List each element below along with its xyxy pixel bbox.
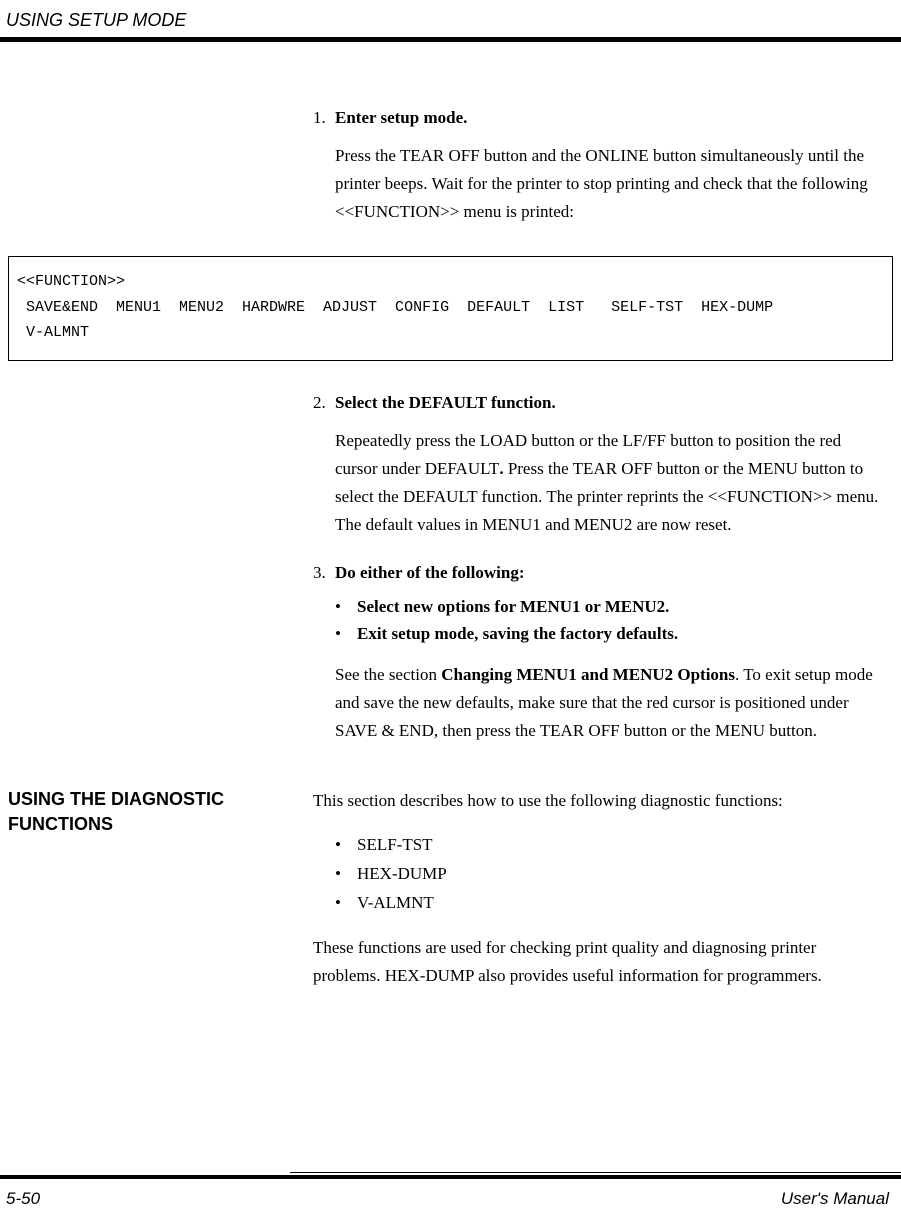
function-menu-box: <<FUNCTION>> SAVE&END MENU1 MENU2 HARDWR… — [8, 256, 893, 361]
diagnostic-heading-line1: USING THE DIAGNOSTIC — [8, 787, 295, 811]
page-number: 5-50 — [6, 1189, 40, 1209]
diagnostic-body-col: This section describes how to use the fo… — [313, 787, 885, 990]
step3-title: Do either of the following: — [335, 563, 525, 583]
diag-item-3-text: V-ALMNT — [357, 889, 434, 918]
step3-row: 3. Do either of the following: — [313, 563, 885, 583]
diag-item-1-text: SELF-TST — [357, 831, 433, 860]
footer-rules — [0, 1172, 901, 1179]
bullet-icon: • — [335, 593, 357, 620]
left-margin-1 — [8, 108, 313, 250]
step2-row: 2. Select the DEFAULT function. — [313, 393, 885, 413]
header-rule-thick — [0, 38, 901, 42]
step2-title: Select the DEFAULT function. — [335, 393, 556, 413]
bullet-icon: • — [335, 831, 357, 860]
diagnostic-outro: These functions are used for checking pr… — [313, 934, 885, 990]
step3-bullets: • Select new options for MENU1 or MENU2.… — [335, 593, 885, 647]
page: USING SETUP MODE 1. Enter setup mode. Pr… — [0, 0, 901, 1217]
fn-line2: SAVE&END MENU1 MENU2 HARDWRE ADJUST CONF… — [17, 299, 773, 316]
step3-after-a: See the section — [335, 665, 441, 684]
fn-line3: V-ALMNT — [17, 324, 89, 341]
diag-item-2-text: HEX-DUMP — [357, 860, 447, 889]
step3-bullet-2-text: Exit setup mode, saving the factory defa… — [357, 620, 678, 647]
step1-col: 1. Enter setup mode. Press the TEAR OFF … — [313, 108, 885, 250]
step3-after: See the section Changing MENU1 and MENU2… — [335, 661, 885, 745]
running-head: USING SETUP MODE — [0, 0, 901, 37]
footer-rule-thin — [290, 1172, 901, 1173]
diagnostic-section: USING THE DIAGNOSTIC FUNCTIONS This sect… — [0, 779, 901, 1010]
manual-label: User's Manual — [781, 1189, 889, 1209]
diagnostic-intro: This section describes how to use the fo… — [313, 787, 885, 815]
step3-bullet-1: • Select new options for MENU1 or MENU2. — [335, 593, 885, 620]
bullet-icon: • — [335, 860, 357, 889]
diag-item-3: • V-ALMNT — [335, 889, 885, 918]
diag-item-1: • SELF-TST — [335, 831, 885, 860]
diagnostic-list: • SELF-TST • HEX-DUMP • V-ALMNT — [335, 831, 885, 918]
bullet-icon: • — [335, 889, 357, 918]
step1-area: 1. Enter setup mode. Press the TEAR OFF … — [0, 44, 901, 250]
step2-number: 2. — [313, 393, 335, 413]
fn-line1: <<FUNCTION>> — [17, 273, 125, 290]
left-margin-2 — [8, 393, 313, 770]
step1-body: Press the TEAR OFF button and the ONLINE… — [335, 142, 885, 226]
diag-item-2: • HEX-DUMP — [335, 860, 885, 889]
footer-rule-thick — [0, 1175, 901, 1179]
step3-after-bold: Changing MENU1 and MENU2 Options — [441, 665, 735, 684]
step3-number: 3. — [313, 563, 335, 583]
step23-col: 2. Select the DEFAULT function. Repeated… — [313, 393, 885, 770]
step3-bullet-1-text: Select new options for MENU1 or MENU2. — [357, 593, 669, 620]
diagnostic-heading-col: USING THE DIAGNOSTIC FUNCTIONS — [8, 787, 313, 990]
step1-row: 1. Enter setup mode. — [313, 108, 885, 128]
step1-title: Enter setup mode. — [335, 108, 467, 128]
bullet-icon: • — [335, 620, 357, 647]
step3-bullet-2: • Exit setup mode, saving the factory de… — [335, 620, 885, 647]
footer-row: 5-50 User's Manual — [0, 1189, 901, 1209]
step23-area: 2. Select the DEFAULT function. Repeated… — [0, 387, 901, 780]
diagnostic-heading-line2: FUNCTIONS — [8, 812, 295, 836]
step2-body: Repeatedly press the LOAD button or the … — [335, 427, 885, 539]
step1-number: 1. — [313, 108, 335, 128]
